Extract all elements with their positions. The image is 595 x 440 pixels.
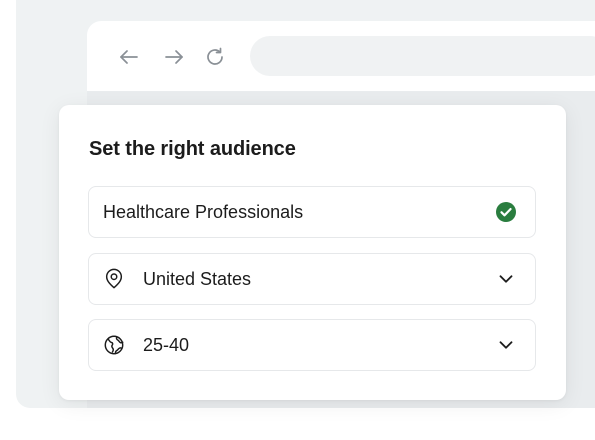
audience-field-location[interactable]: United States [88, 253, 536, 305]
globe-icon [103, 334, 125, 356]
field-value: Healthcare Professionals [103, 201, 304, 222]
stage: Set the right audience Healthcare Profes… [0, 0, 595, 440]
reload-icon [207, 47, 223, 65]
chevron-down-icon[interactable] [495, 268, 517, 290]
audience-card: Set the right audience Healthcare Profes… [59, 105, 566, 400]
field-value: 25-40 [143, 334, 190, 355]
reload-button[interactable] [201, 43, 229, 71]
arrow-right-icon [165, 50, 183, 64]
audience-field-age[interactable]: 25-40 [88, 319, 536, 371]
audience-field-profession[interactable]: Healthcare Professionals [88, 186, 536, 238]
back-button[interactable] [115, 43, 143, 71]
card-title: Set the right audience [89, 138, 296, 160]
browser-toolbar [87, 21, 595, 91]
chevron-down-icon[interactable] [495, 334, 517, 356]
location-pin-icon [103, 268, 125, 290]
arrow-left-icon [120, 50, 138, 64]
field-value: United States [143, 268, 252, 289]
forward-button[interactable] [160, 43, 188, 71]
address-bar[interactable] [250, 36, 595, 76]
check-circle-icon [495, 201, 517, 223]
